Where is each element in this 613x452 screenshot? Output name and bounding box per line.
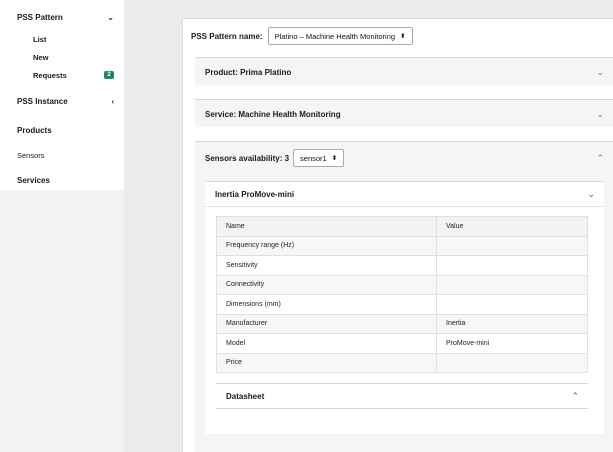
nav-pss-pattern[interactable]: PSS Pattern ⌄: [0, 6, 124, 28]
column-header-value: Value: [436, 216, 588, 237]
table-row: Model ProMove-mini: [216, 333, 588, 354]
product-panel-title: Product: Prima Platino: [205, 67, 292, 77]
nav-sub-new[interactable]: New: [0, 48, 124, 66]
cell-value: [436, 255, 588, 276]
datasheet-section-header[interactable]: Datasheet ⌃: [216, 383, 588, 409]
sensors-header-left: Sensors availability: 3 sensor1 ⬍: [205, 149, 345, 167]
table-row: Dimensions (mm): [216, 294, 588, 315]
service-panel-header[interactable]: Service: Machine Health Monitoring ⌄: [195, 100, 613, 128]
sensor-card-title: Inertia ProMove-mini: [215, 189, 295, 199]
datasheet-title: Datasheet: [226, 391, 265, 401]
nav-sensors-label: Sensors: [17, 151, 45, 160]
nav-services-label: Services: [17, 176, 50, 185]
sensors-availability-title: Sensors availability: 3: [205, 153, 290, 163]
sensor-card-header[interactable]: Inertia ProMove-mini ⌄: [205, 182, 604, 207]
sensor-select[interactable]: sensor1 ⬍: [293, 149, 345, 167]
sensor-select-value: sensor1: [300, 153, 327, 163]
table-row: Sensitivity: [216, 255, 588, 276]
service-panel-title: Service: Machine Health Monitoring: [205, 109, 341, 119]
requests-count-badge: 2: [104, 71, 114, 79]
sensor-specs-table: Name Value Frequency range (Hz) Sensitiv…: [216, 216, 588, 373]
sensors-panel-header[interactable]: Sensors availability: 3 sensor1 ⬍ ⌃: [195, 142, 613, 174]
cell-value: [436, 352, 588, 373]
select-arrows-icon: ⬍: [331, 155, 338, 162]
table-row: Connectivity: [216, 274, 588, 295]
sensor-card: Inertia ProMove-mini ⌄ Name Value Freque…: [205, 181, 604, 434]
cell-name: Frequency range (Hz): [216, 235, 437, 256]
nav-pss-instance-label: PSS Instance: [17, 96, 68, 106]
nav-products-label: Products: [17, 126, 52, 135]
cell-name: Dimensions (mm): [216, 294, 437, 315]
cell-name: Manufacturer: [216, 313, 437, 334]
chevron-up-icon[interactable]: ⌃: [596, 153, 604, 164]
nav-sub-list-label: List: [33, 34, 47, 44]
column-header-name: Name: [216, 216, 437, 237]
chevron-up-icon[interactable]: ⌃: [571, 391, 579, 402]
cell-value: [436, 235, 588, 256]
pattern-name-row: PSS Pattern name: Platino – Machine Heal…: [183, 19, 613, 53]
cell-value: Inertia: [436, 313, 588, 334]
nav-pss-pattern-label: PSS Pattern: [17, 12, 63, 22]
sidebar-empty-area: [0, 190, 124, 452]
pattern-name-label: PSS Pattern name:: [191, 31, 263, 41]
product-panel-header[interactable]: Product: Prima Platino ⌄: [195, 58, 613, 86]
product-panel[interactable]: Product: Prima Platino ⌄: [195, 57, 613, 85]
chevron-down-icon[interactable]: ⌄: [587, 189, 595, 200]
table-row: Price: [216, 352, 588, 373]
service-panel[interactable]: Service: Machine Health Monitoring ⌄: [195, 99, 613, 127]
chevron-left-icon: ‹: [111, 96, 114, 106]
pattern-name-select[interactable]: Platino – Machine Health Monitoring ⬍: [267, 27, 413, 45]
nav-sensors[interactable]: Sensors: [0, 143, 124, 168]
table-row: Manufacturer Inertia: [216, 313, 588, 334]
nav-sub-list[interactable]: List: [0, 30, 124, 48]
select-arrows-icon: ⬍: [400, 33, 406, 40]
cell-value: ProMove-mini: [436, 333, 588, 354]
nav-sub-new-label: New: [33, 52, 49, 62]
cell-value: [436, 294, 588, 315]
table-header-row: Name Value: [216, 216, 588, 237]
nav-pss-instance[interactable]: PSS Instance ‹: [0, 84, 124, 118]
chevron-down-icon[interactable]: ⌄: [596, 67, 604, 78]
chevron-down-icon: ⌄: [107, 12, 114, 22]
sidebar: PSS Pattern ⌄ List New Requests 2 PSS In…: [0, 0, 124, 452]
cell-name: Price: [216, 352, 437, 373]
cell-name: Model: [216, 333, 437, 354]
nav-sub-requests-label: Requests: [33, 70, 67, 80]
main-content: PSS Pattern name: Platino – Machine Heal…: [182, 18, 613, 452]
sensors-panel: Sensors availability: 3 sensor1 ⬍ ⌃ Iner…: [195, 141, 613, 452]
chevron-down-icon[interactable]: ⌄: [596, 109, 604, 120]
cell-name: Sensitivity: [216, 255, 437, 276]
cell-value: [436, 274, 588, 295]
table-row: Frequency range (Hz): [216, 235, 588, 256]
cell-name: Connectivity: [216, 274, 437, 295]
pattern-name-value: Platino – Machine Health Monitoring: [274, 31, 396, 41]
nav-sub-requests[interactable]: Requests 2: [0, 66, 124, 84]
nav-products[interactable]: Products: [0, 118, 124, 143]
